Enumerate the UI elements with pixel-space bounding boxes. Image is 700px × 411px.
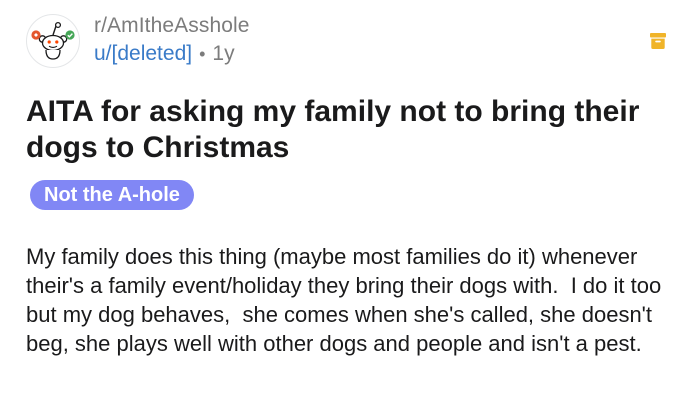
subreddit-name[interactable]: r/AmItheAsshole: [94, 14, 250, 38]
post-flair[interactable]: Not the A-hole: [30, 180, 194, 210]
byline: u/[deleted] • 1y: [94, 42, 250, 66]
post-meta: r/AmItheAsshole u/[deleted] • 1y: [94, 14, 250, 66]
author-link[interactable]: u/[deleted]: [94, 42, 192, 66]
post-title[interactable]: AITA for asking my family not to bring t…: [26, 94, 676, 166]
avatar[interactable]: [26, 14, 80, 68]
archive-button[interactable]: [648, 31, 668, 51]
post-age: 1y: [212, 42, 235, 65]
post-body: My family does this thing (maybe most fa…: [26, 244, 668, 356]
archive-icon: [650, 33, 666, 49]
reddit-snoo-icon: [31, 21, 75, 60]
post-header: r/AmItheAsshole u/[deleted] • 1y: [26, 14, 676, 70]
separator-dot: •: [199, 44, 206, 64]
